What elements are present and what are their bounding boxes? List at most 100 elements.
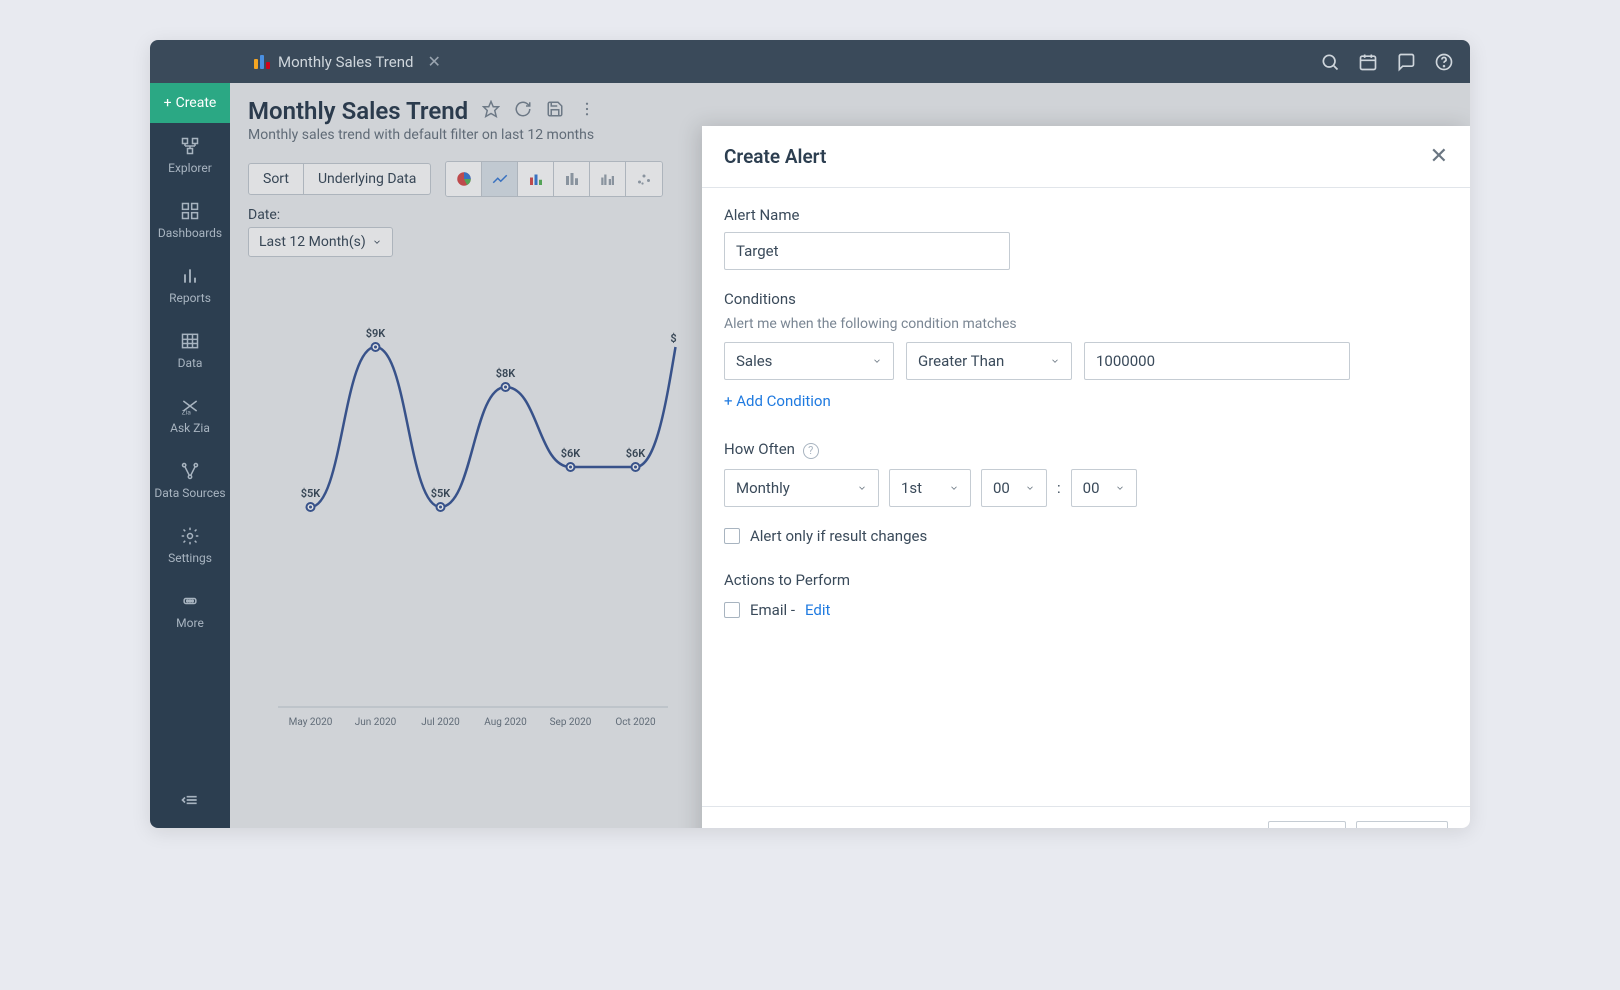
svg-text:$9K: $9K bbox=[366, 327, 387, 340]
time-colon: : bbox=[1057, 479, 1061, 497]
frequency-value: Monthly bbox=[736, 479, 790, 497]
svg-text:Aug 2020: Aug 2020 bbox=[484, 717, 527, 728]
sidebar: + Create Explorer Dashboards Reports Dat… bbox=[150, 83, 230, 828]
sidebar-item-label: Settings bbox=[168, 551, 212, 565]
svg-text:$6K: $6K bbox=[561, 447, 582, 460]
close-icon[interactable]: ✕ bbox=[1430, 144, 1448, 169]
table-icon bbox=[180, 331, 200, 351]
sidebar-item-label: More bbox=[176, 616, 204, 630]
sidebar-item-label: Data bbox=[178, 356, 203, 370]
condition-operator-select[interactable]: Greater Than bbox=[906, 342, 1072, 380]
svg-text:Jun 2020: Jun 2020 bbox=[355, 717, 397, 728]
sort-button[interactable]: Sort bbox=[248, 163, 304, 195]
how-often-row: Monthly 1st 00 : 00 bbox=[724, 469, 1448, 507]
gear-icon bbox=[180, 526, 200, 546]
sidebar-collapse[interactable] bbox=[180, 776, 200, 828]
email-action-row: Email - Edit bbox=[724, 601, 1448, 619]
condition-field-select[interactable]: Sales bbox=[724, 342, 894, 380]
svg-text:$5K: $5K bbox=[301, 487, 322, 500]
email-checkbox[interactable] bbox=[724, 602, 740, 618]
sidebar-item-label: Dashboards bbox=[158, 226, 222, 240]
save-button[interactable]: Save bbox=[1268, 821, 1346, 828]
sidebar-item-askzia[interactable]: Zia Ask Zia bbox=[150, 383, 230, 448]
tree-icon bbox=[180, 136, 200, 156]
svg-text:Oct 2020: Oct 2020 bbox=[615, 717, 656, 728]
svg-text:$6K: $6K bbox=[626, 447, 647, 460]
how-often-label: How Often ? bbox=[724, 440, 1448, 459]
chart-type-line[interactable] bbox=[482, 162, 518, 196]
alert-name-input[interactable] bbox=[724, 232, 1010, 270]
topbar: Monthly Sales Trend ✕ bbox=[150, 40, 1470, 83]
help-icon[interactable]: ? bbox=[803, 443, 819, 459]
condition-value-input[interactable] bbox=[1084, 342, 1350, 380]
save-icon[interactable] bbox=[546, 100, 564, 122]
day-select[interactable]: 1st bbox=[889, 469, 971, 507]
topbar-actions bbox=[1320, 52, 1454, 72]
sidebar-item-reports[interactable]: Reports bbox=[150, 253, 230, 318]
hour-value: 00 bbox=[993, 479, 1010, 497]
hour-select[interactable]: 00 bbox=[981, 469, 1047, 507]
add-condition-link[interactable]: + Add Condition bbox=[724, 392, 831, 410]
conditions-label: Conditions bbox=[724, 290, 1448, 308]
underlying-data-button[interactable]: Underlying Data bbox=[304, 163, 431, 195]
sidebar-item-data[interactable]: Data bbox=[150, 318, 230, 383]
close-icon[interactable]: ✕ bbox=[427, 52, 440, 71]
chart-type-pie[interactable] bbox=[446, 162, 482, 196]
alert-only-row: Alert only if result changes bbox=[724, 527, 1448, 545]
minute-select[interactable]: 00 bbox=[1071, 469, 1137, 507]
refresh-icon[interactable] bbox=[514, 100, 532, 122]
chart-type-scatter[interactable] bbox=[626, 162, 662, 196]
modal-header: Create Alert ✕ bbox=[702, 126, 1470, 188]
chevron-down-icon bbox=[1025, 483, 1035, 493]
sidebar-item-more[interactable]: More bbox=[150, 578, 230, 643]
alert-name-label: Alert Name bbox=[724, 206, 1448, 224]
sidebar-item-dashboards[interactable]: Dashboards bbox=[150, 188, 230, 253]
chevron-down-icon bbox=[372, 237, 382, 247]
create-label: Create bbox=[176, 95, 217, 111]
main: + Create Explorer Dashboards Reports Dat… bbox=[150, 83, 1470, 828]
modal-title: Create Alert bbox=[724, 145, 826, 168]
chart-type-bar[interactable] bbox=[518, 162, 554, 196]
svg-text:$5K: $5K bbox=[431, 487, 452, 500]
sidebar-item-label: Data Sources bbox=[154, 486, 225, 500]
chevron-down-icon bbox=[1050, 356, 1060, 366]
chart-type-stacked[interactable] bbox=[554, 162, 590, 196]
tab-monthly-sales[interactable]: Monthly Sales Trend ✕ bbox=[240, 40, 455, 83]
condition-operator-value: Greater Than bbox=[918, 352, 1004, 370]
help-icon[interactable] bbox=[1434, 52, 1454, 72]
frequency-select[interactable]: Monthly bbox=[724, 469, 879, 507]
actions-label: Actions to Perform bbox=[724, 571, 1448, 589]
create-button[interactable]: + Create bbox=[150, 83, 230, 123]
svg-text:$8K: $8K bbox=[496, 367, 517, 380]
condition-row: Sales Greater Than bbox=[724, 342, 1448, 380]
calendar-icon[interactable] bbox=[1358, 52, 1378, 72]
zia-icon: Zia bbox=[180, 396, 200, 416]
alert-only-label: Alert only if result changes bbox=[750, 527, 927, 545]
date-filter-select[interactable]: Last 12 Month(s) bbox=[248, 227, 393, 257]
conditions-sub: Alert me when the following condition ma… bbox=[724, 316, 1448, 332]
create-alert-modal: Create Alert ✕ Alert Name Conditions Ale… bbox=[702, 126, 1470, 828]
star-icon[interactable] bbox=[482, 100, 500, 122]
kebab-icon[interactable] bbox=[578, 100, 596, 122]
grid-icon bbox=[180, 201, 200, 221]
bars-icon bbox=[180, 266, 200, 286]
chevron-down-icon bbox=[857, 483, 867, 493]
sidebar-item-datasources[interactable]: Data Sources bbox=[150, 448, 230, 513]
modal-footer: Save Cancel bbox=[702, 806, 1470, 828]
date-filter-value: Last 12 Month(s) bbox=[259, 234, 366, 250]
sidebar-item-label: Ask Zia bbox=[170, 421, 210, 435]
svg-text:Zia: Zia bbox=[182, 408, 192, 416]
svg-text:No: No bbox=[678, 717, 679, 728]
svg-text:Sep 2020: Sep 2020 bbox=[550, 717, 592, 728]
chat-icon[interactable] bbox=[1396, 52, 1416, 72]
sidebar-item-settings[interactable]: Settings bbox=[150, 513, 230, 578]
plus-icon: + bbox=[164, 95, 172, 111]
alert-only-checkbox[interactable] bbox=[724, 528, 740, 544]
more-icon bbox=[180, 591, 200, 611]
sidebar-item-explorer[interactable]: Explorer bbox=[150, 123, 230, 188]
search-icon[interactable] bbox=[1320, 52, 1340, 72]
chart-type-grouped[interactable] bbox=[590, 162, 626, 196]
minute-value: 00 bbox=[1083, 479, 1100, 497]
edit-email-link[interactable]: Edit bbox=[805, 601, 830, 619]
cancel-button[interactable]: Cancel bbox=[1356, 821, 1448, 828]
